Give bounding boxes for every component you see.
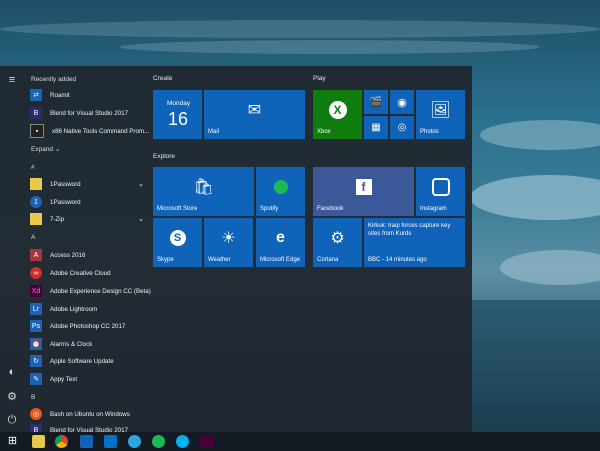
- calculator-tile[interactable]: ▦: [364, 116, 388, 139]
- list-item[interactable]: B Blend for Visual Studio 2017: [30, 106, 148, 120]
- folder-icon: [30, 178, 42, 190]
- music-disc-icon: ◉: [397, 96, 407, 109]
- taskbar: ⊞: [0, 432, 600, 451]
- apple-update-icon: ↻: [30, 355, 42, 367]
- list-item[interactable]: A Access 2016: [30, 248, 148, 262]
- list-item[interactable]: Xd Adobe Experience Design CC (Beta): [30, 284, 151, 298]
- file-explorer-icon[interactable]: [32, 435, 45, 448]
- access-icon: A: [30, 249, 42, 261]
- folder-icon: [30, 213, 42, 225]
- webcam-icon: ◎: [397, 122, 407, 133]
- hamburger-menu-icon[interactable]: ≡: [6, 74, 18, 86]
- section-a-header[interactable]: A: [31, 234, 35, 241]
- groove-music-tile[interactable]: ◉: [390, 90, 414, 114]
- list-item[interactable]: Ps Adobe Photoshop CC 2017: [30, 319, 148, 333]
- mail-tile[interactable]: ✉ Mail: [204, 90, 305, 139]
- section-b-header[interactable]: B: [31, 394, 35, 401]
- expand-button[interactable]: Expand ⌄: [31, 145, 60, 153]
- power-icon[interactable]: ⏻: [6, 414, 18, 426]
- list-item[interactable]: 1 1Password: [30, 195, 148, 209]
- group-title-create[interactable]: Create: [153, 75, 173, 82]
- windows-start-icon[interactable]: ⊞: [6, 435, 19, 448]
- calendar-tile[interactable]: Monday 16: [153, 90, 202, 139]
- store-icon[interactable]: [80, 435, 93, 448]
- instagram-tile[interactable]: Instagram: [416, 167, 465, 216]
- gear-icon: ⚙: [330, 229, 345, 247]
- group-title-explore[interactable]: Explore: [153, 153, 175, 160]
- microsoft-edge-tile[interactable]: e Microsoft Edge: [256, 218, 305, 267]
- alarm-clock-icon: ⏰: [30, 338, 42, 350]
- camera-tile[interactable]: ◎: [390, 116, 414, 139]
- 1password-icon: 1: [30, 196, 42, 208]
- list-item[interactable]: Lr Adobe Lightroom: [30, 302, 148, 316]
- cortana-tile[interactable]: ⚙ Cortana: [313, 218, 362, 267]
- telegram-icon[interactable]: [128, 435, 141, 448]
- photos-icon: 🖼: [430, 101, 451, 119]
- chevron-down-icon: ⌄: [54, 146, 61, 153]
- list-item[interactable]: ▪ x86 Native Tools Command Prom...: [30, 124, 149, 138]
- group-title-play[interactable]: Play: [313, 75, 326, 82]
- news-tile[interactable]: Kirkuk: Iraqi forces capture key sites f…: [364, 218, 465, 267]
- calculator-icon: ▦: [371, 122, 381, 133]
- skype-icon: S: [153, 218, 202, 257]
- spotify-icon[interactable]: [152, 435, 165, 448]
- list-item[interactable]: ∞ Adobe Creative Cloud: [30, 266, 148, 280]
- mail-icon: ✉: [247, 101, 262, 119]
- start-menu: ≡ ◐ ⚙ ⏻ Recently added ⇄ Roamit B Blend …: [0, 66, 472, 436]
- list-item[interactable]: 1Password ⌄: [30, 177, 148, 191]
- skype-icon[interactable]: [176, 435, 189, 448]
- list-item[interactable]: ◎ Bash on Ubuntu on Windows: [30, 407, 148, 421]
- spotify-tile[interactable]: Spotify: [256, 167, 305, 216]
- chrome-icon[interactable]: [55, 435, 68, 448]
- microsoft-store-tile[interactable]: 🛍 Microsoft Store: [153, 167, 254, 216]
- list-item[interactable]: ↻ Apple Software Update: [30, 354, 148, 368]
- sun-icon: ☀: [221, 229, 236, 247]
- app-list: Recently added ⇄ Roamit B Blend for Visu…: [30, 66, 151, 436]
- list-item[interactable]: 7-Zip ⌄: [30, 212, 148, 226]
- section-hash-header[interactable]: #: [31, 164, 35, 171]
- adobe-xd-icon[interactable]: [200, 435, 213, 448]
- chevron-down-icon: ⌄: [138, 181, 144, 188]
- roamit-icon: ⇄: [30, 89, 42, 101]
- outlook-icon[interactable]: [104, 435, 117, 448]
- list-item[interactable]: ✎ Appy Text: [30, 372, 148, 386]
- movies-tile[interactable]: 🎬: [364, 90, 388, 114]
- xbox-tile[interactable]: X Xbox: [313, 90, 362, 139]
- instagram-icon: [416, 167, 465, 206]
- creative-cloud-icon: ∞: [30, 267, 42, 279]
- photoshop-icon: Ps: [30, 320, 42, 332]
- weather-tile[interactable]: ☀ Weather: [204, 218, 253, 267]
- ubuntu-icon: ◎: [30, 408, 42, 420]
- blend-icon: B: [30, 107, 42, 119]
- lightroom-icon: Lr: [30, 303, 42, 315]
- recently-added-header: Recently added: [31, 76, 77, 83]
- appy-text-icon: ✎: [30, 373, 42, 385]
- facebook-tile[interactable]: f Facebook: [313, 167, 414, 216]
- list-item[interactable]: ⏰ Alarms & Clock: [30, 337, 148, 351]
- settings-gear-icon[interactable]: ⚙: [6, 390, 18, 403]
- shopping-bag-icon: 🛍: [193, 178, 214, 196]
- adobe-xd-icon: Xd: [30, 285, 42, 297]
- clapperboard-icon: 🎬: [369, 96, 383, 108]
- skype-tile[interactable]: S Skype: [153, 218, 202, 267]
- facebook-icon: f: [313, 167, 414, 206]
- list-item[interactable]: ⇄ Roamit: [30, 88, 148, 102]
- edge-icon: e: [276, 228, 285, 246]
- xbox-icon: X: [313, 90, 362, 129]
- command-prompt-icon: ▪: [30, 124, 44, 138]
- chevron-down-icon: ⌄: [138, 216, 144, 223]
- user-avatar-icon[interactable]: ◐: [6, 366, 18, 378]
- start-rail: ≡ ◐ ⚙ ⏻: [0, 66, 24, 432]
- spotify-icon: [256, 167, 305, 206]
- photos-tile[interactable]: 🖼 Photos: [416, 90, 465, 139]
